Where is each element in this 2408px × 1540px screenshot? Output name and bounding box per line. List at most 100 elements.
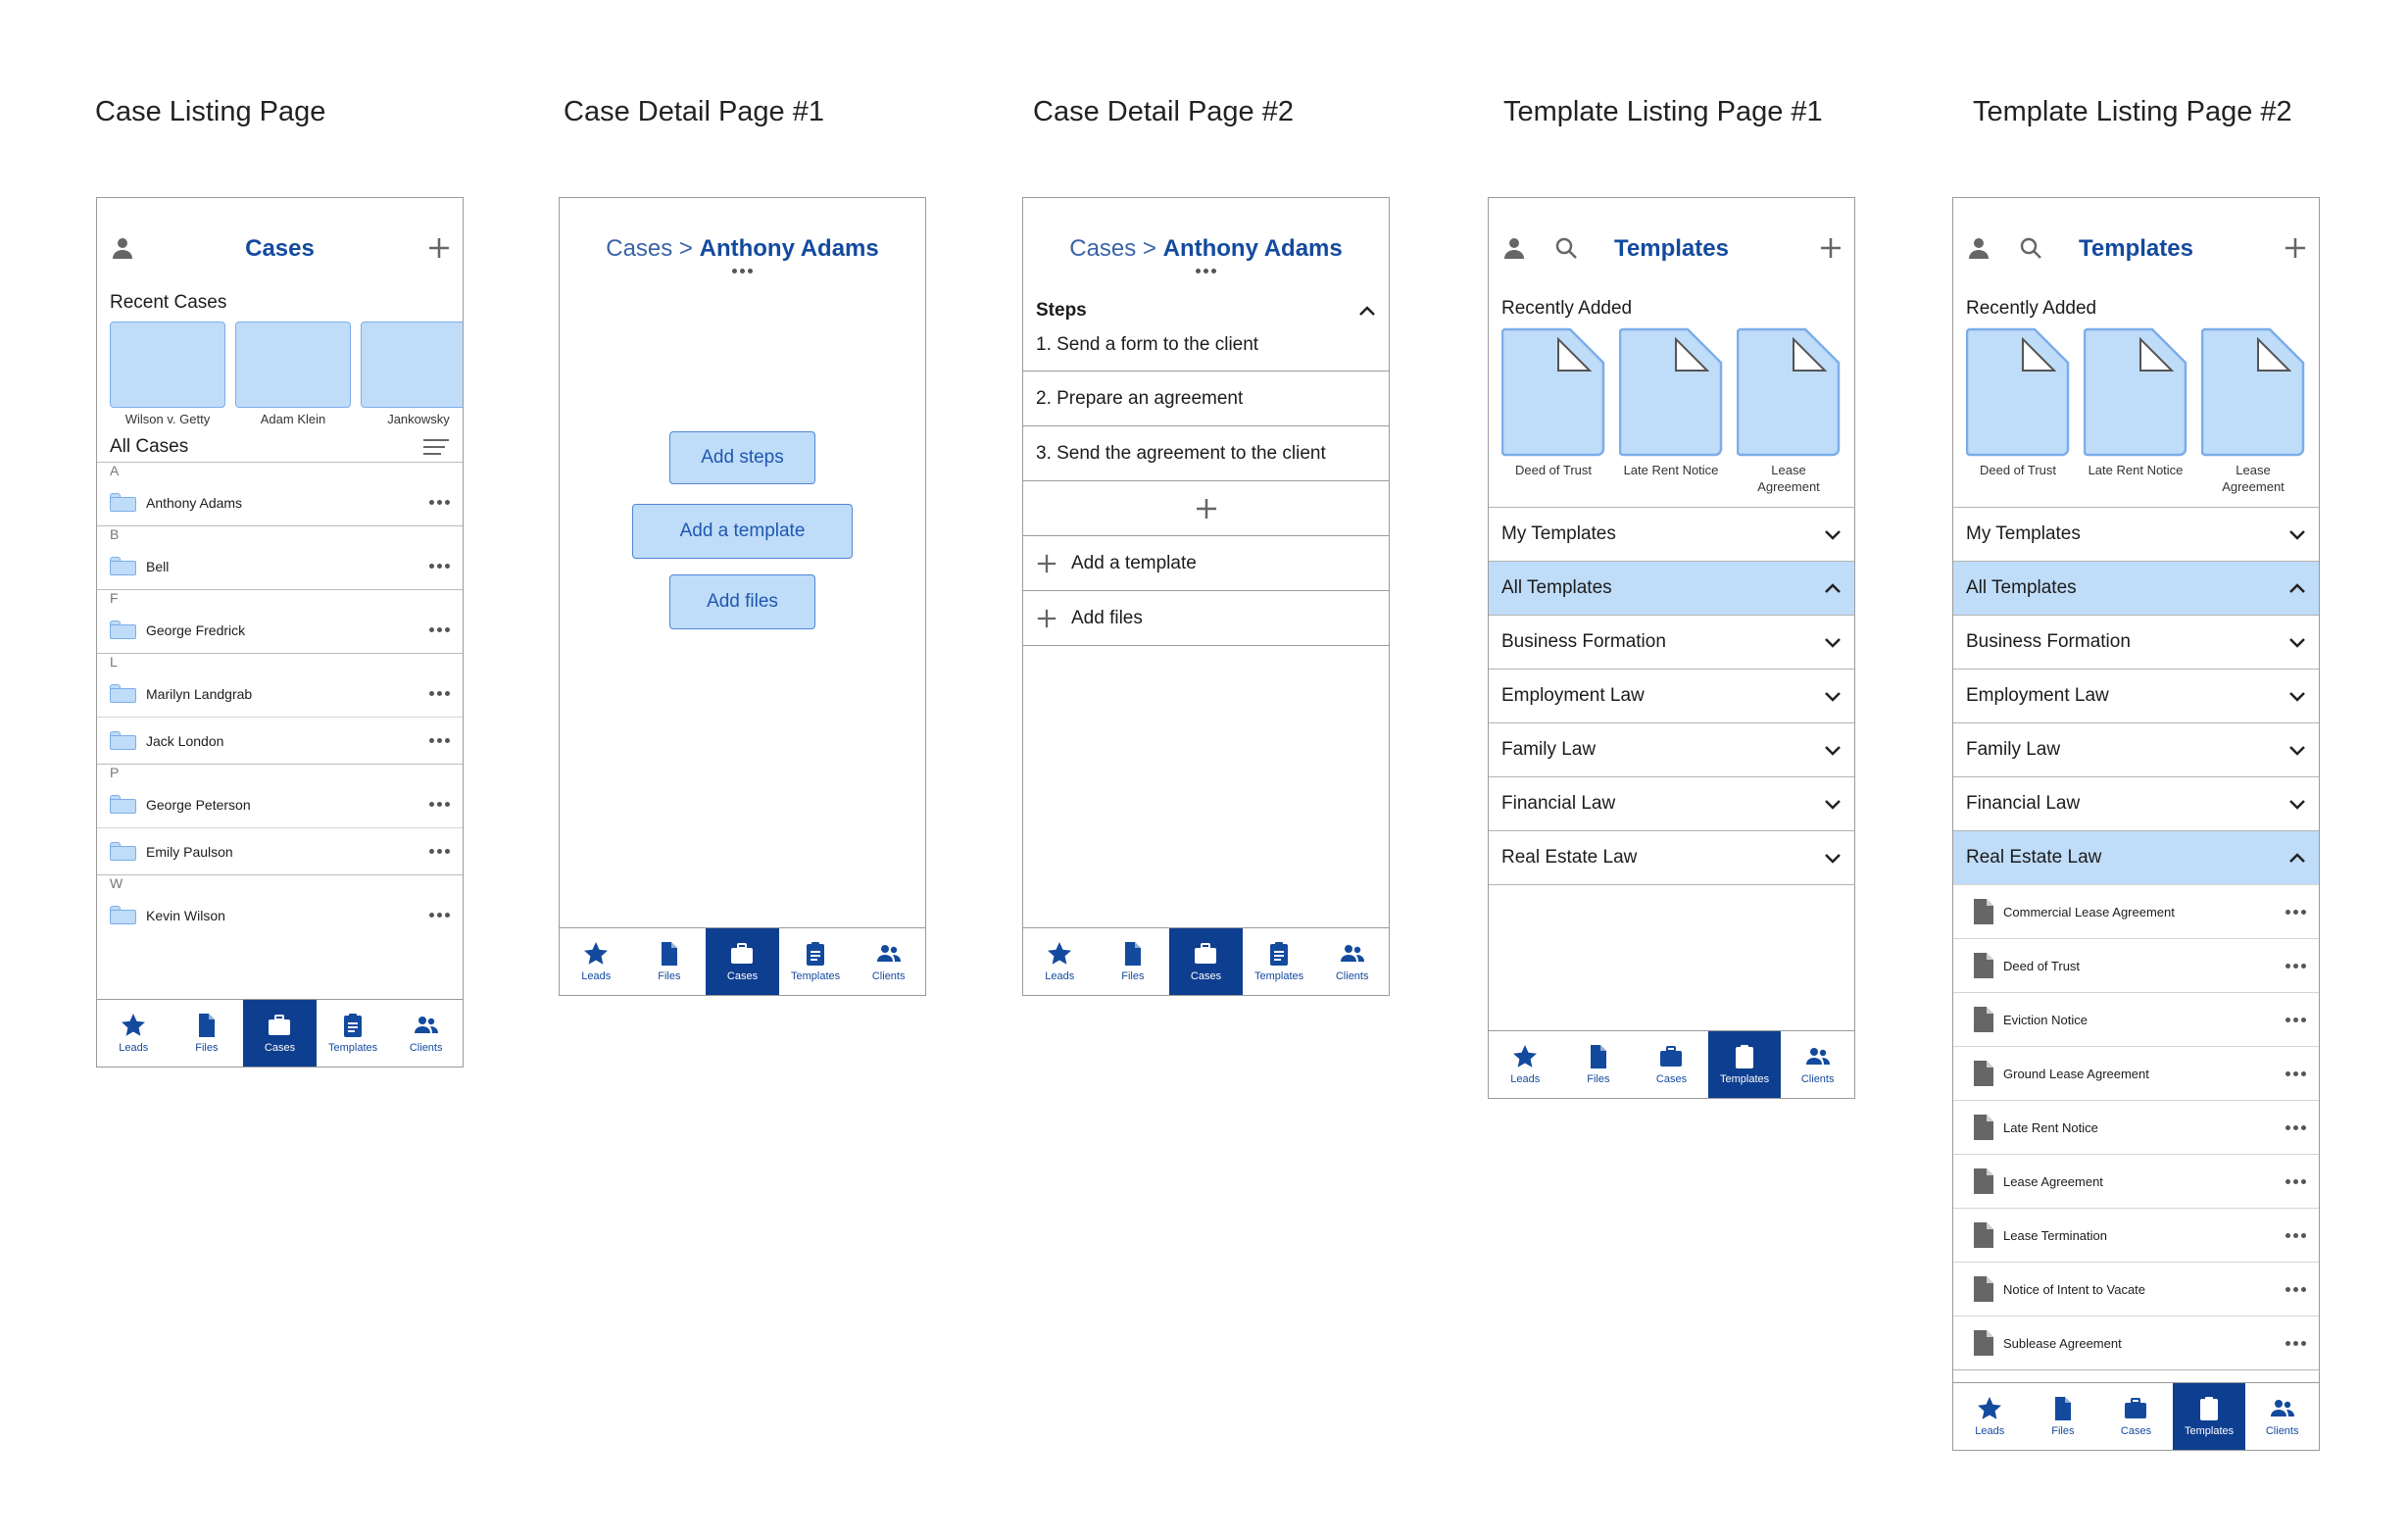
- more-icon[interactable]: [429, 691, 450, 696]
- tab-cases[interactable]: Cases: [243, 1000, 317, 1067]
- chevron-down-icon[interactable]: [1824, 636, 1842, 648]
- category-family-law[interactable]: Family Law: [1489, 722, 1854, 776]
- template-row[interactable]: Notice of Intent to Vacate: [1953, 1262, 2319, 1316]
- step-item[interactable]: 3. Send the agreement to the client: [1023, 425, 1389, 480]
- recent-templates-carousel[interactable]: Deed of Trust Late Rent Notice Lease Agree…: [1953, 320, 2319, 495]
- tab-templates[interactable]: Templates: [1243, 928, 1316, 995]
- category-my-templates[interactable]: My Templates: [1953, 507, 2319, 561]
- chevron-down-icon[interactable]: [1824, 798, 1842, 810]
- category-family-law[interactable]: Family Law: [1953, 722, 2319, 776]
- case-row[interactable]: George Fredrick: [97, 607, 463, 653]
- category-all-templates[interactable]: All Templates: [1489, 561, 1854, 615]
- tab-files[interactable]: Files: [633, 928, 707, 995]
- more-icon[interactable]: [2285, 1017, 2306, 1022]
- add-template-button[interactable]: Add a template: [1023, 535, 1389, 590]
- recent-template[interactable]: Deed of Trust: [1501, 327, 1605, 495]
- step-item[interactable]: 2. Prepare an agreement: [1023, 371, 1389, 425]
- tab-templates[interactable]: Templates: [779, 928, 853, 995]
- more-icon[interactable]: [2285, 1178, 2306, 1184]
- add-steps-button[interactable]: Add steps: [669, 431, 815, 484]
- chevron-up-icon[interactable]: [1824, 582, 1842, 594]
- template-row[interactable]: Eviction Notice: [1953, 992, 2319, 1046]
- category-financial-law[interactable]: Financial Law: [1489, 776, 1854, 830]
- more-icon[interactable]: [429, 849, 450, 854]
- recent-template[interactable]: Late Rent Notice: [1619, 327, 1723, 495]
- more-icon[interactable]: [2285, 1124, 2306, 1130]
- recent-template[interactable]: Lease Agreement: [1737, 327, 1841, 495]
- category-my-templates[interactable]: My Templates: [1489, 507, 1854, 561]
- template-row[interactable]: Sublease Agreement: [1953, 1316, 2319, 1369]
- more-icon[interactable]: [2285, 1340, 2306, 1346]
- template-row[interactable]: Late Rent Notice: [1953, 1100, 2319, 1154]
- plus-icon[interactable]: [1819, 236, 1843, 260]
- category-employment-law[interactable]: Employment Law: [1953, 669, 2319, 722]
- more-icon[interactable]: [2285, 1070, 2306, 1076]
- tab-clients[interactable]: Clients: [1315, 928, 1389, 995]
- category-financial-law[interactable]: Financial Law: [1953, 776, 2319, 830]
- chevron-up-icon[interactable]: [2288, 852, 2306, 864]
- category-business-formation[interactable]: Business Formation: [1489, 615, 1854, 669]
- tab-clients[interactable]: Clients: [2245, 1383, 2319, 1450]
- case-row[interactable]: George Peterson: [97, 781, 463, 827]
- recent-template[interactable]: Late Rent Notice: [2084, 327, 2187, 495]
- chevron-down-icon[interactable]: [2288, 528, 2306, 540]
- tab-files[interactable]: Files: [1097, 928, 1170, 995]
- more-icon[interactable]: [2285, 1286, 2306, 1292]
- recent-case-tile[interactable]: Jankowsky: [361, 322, 463, 426]
- more-icon[interactable]: [2285, 963, 2306, 969]
- plus-icon[interactable]: [427, 236, 451, 260]
- chevron-up-icon[interactable]: [1358, 305, 1376, 317]
- chevron-down-icon[interactable]: [1824, 852, 1842, 864]
- add-step-button[interactable]: [1023, 480, 1389, 535]
- category-employment-law[interactable]: Employment Law: [1489, 669, 1854, 722]
- chevron-down-icon[interactable]: [2288, 636, 2306, 648]
- breadcrumb-root[interactable]: Cases: [1069, 235, 1136, 262]
- tab-clients[interactable]: Clients: [389, 1000, 463, 1067]
- recent-cases-carousel[interactable]: Wilson v. Getty Adam Klein Jankowsky: [97, 314, 463, 426]
- chevron-down-icon[interactable]: [2288, 798, 2306, 810]
- tab-leads[interactable]: Leads: [1953, 1383, 2027, 1450]
- case-row[interactable]: Kevin Wilson: [97, 892, 463, 938]
- more-icon[interactable]: [429, 913, 450, 918]
- tab-cases[interactable]: Cases: [2099, 1383, 2173, 1450]
- tab-files[interactable]: Files: [171, 1000, 244, 1067]
- step-item[interactable]: 1. Send a form to the client: [1023, 327, 1389, 371]
- plus-icon[interactable]: [2284, 236, 2307, 260]
- tab-files[interactable]: Files: [1562, 1031, 1636, 1098]
- chevron-up-icon[interactable]: [2288, 582, 2306, 594]
- tab-cases[interactable]: Cases: [706, 928, 779, 995]
- category-real-estate-law[interactable]: Real Estate Law: [1489, 830, 1854, 884]
- search-icon[interactable]: [1554, 236, 1578, 260]
- tab-cases[interactable]: Cases: [1635, 1031, 1708, 1098]
- sort-icon[interactable]: [422, 437, 450, 457]
- tab-leads[interactable]: Leads: [560, 928, 633, 995]
- chevron-down-icon[interactable]: [1824, 528, 1842, 540]
- tab-clients[interactable]: Clients: [852, 928, 925, 995]
- recent-templates-carousel[interactable]: Deed of Trust Late Rent Notice Lease Agree…: [1489, 320, 1854, 495]
- recent-template[interactable]: Deed of Trust: [1966, 327, 2070, 495]
- tab-clients[interactable]: Clients: [1781, 1031, 1854, 1098]
- chevron-down-icon[interactable]: [1824, 744, 1842, 756]
- tab-templates[interactable]: Templates: [1707, 1031, 1782, 1098]
- case-row[interactable]: Anthony Adams: [97, 479, 463, 525]
- template-row[interactable]: Lease Agreement: [1953, 1154, 2319, 1208]
- template-row[interactable]: Deed of Trust: [1953, 938, 2319, 992]
- case-row[interactable]: Bell: [97, 543, 463, 589]
- tab-cases[interactable]: Cases: [1169, 928, 1243, 995]
- template-row[interactable]: Ground Lease Agreement: [1953, 1046, 2319, 1100]
- tab-leads[interactable]: Leads: [1489, 1031, 1562, 1098]
- more-icon[interactable]: [429, 500, 450, 505]
- more-icon[interactable]: [429, 564, 450, 569]
- steps-header[interactable]: Steps: [1023, 294, 1389, 327]
- add-files-button[interactable]: Add files: [669, 574, 815, 629]
- more-icon[interactable]: [429, 802, 450, 807]
- case-row[interactable]: Emily Paulson: [97, 827, 463, 874]
- recent-template[interactable]: Lease Agreement: [2201, 327, 2305, 495]
- category-business-formation[interactable]: Business Formation: [1953, 615, 2319, 669]
- tab-templates[interactable]: Templates: [317, 1000, 390, 1067]
- category-real-estate-law[interactable]: Real Estate Law: [1953, 830, 2319, 884]
- breadcrumb-root[interactable]: Cases: [606, 235, 672, 262]
- template-row[interactable]: Commercial Lease Agreement: [1953, 884, 2319, 938]
- category-all-templates[interactable]: All Templates: [1953, 561, 2319, 615]
- add-template-button[interactable]: Add a template: [632, 504, 853, 559]
